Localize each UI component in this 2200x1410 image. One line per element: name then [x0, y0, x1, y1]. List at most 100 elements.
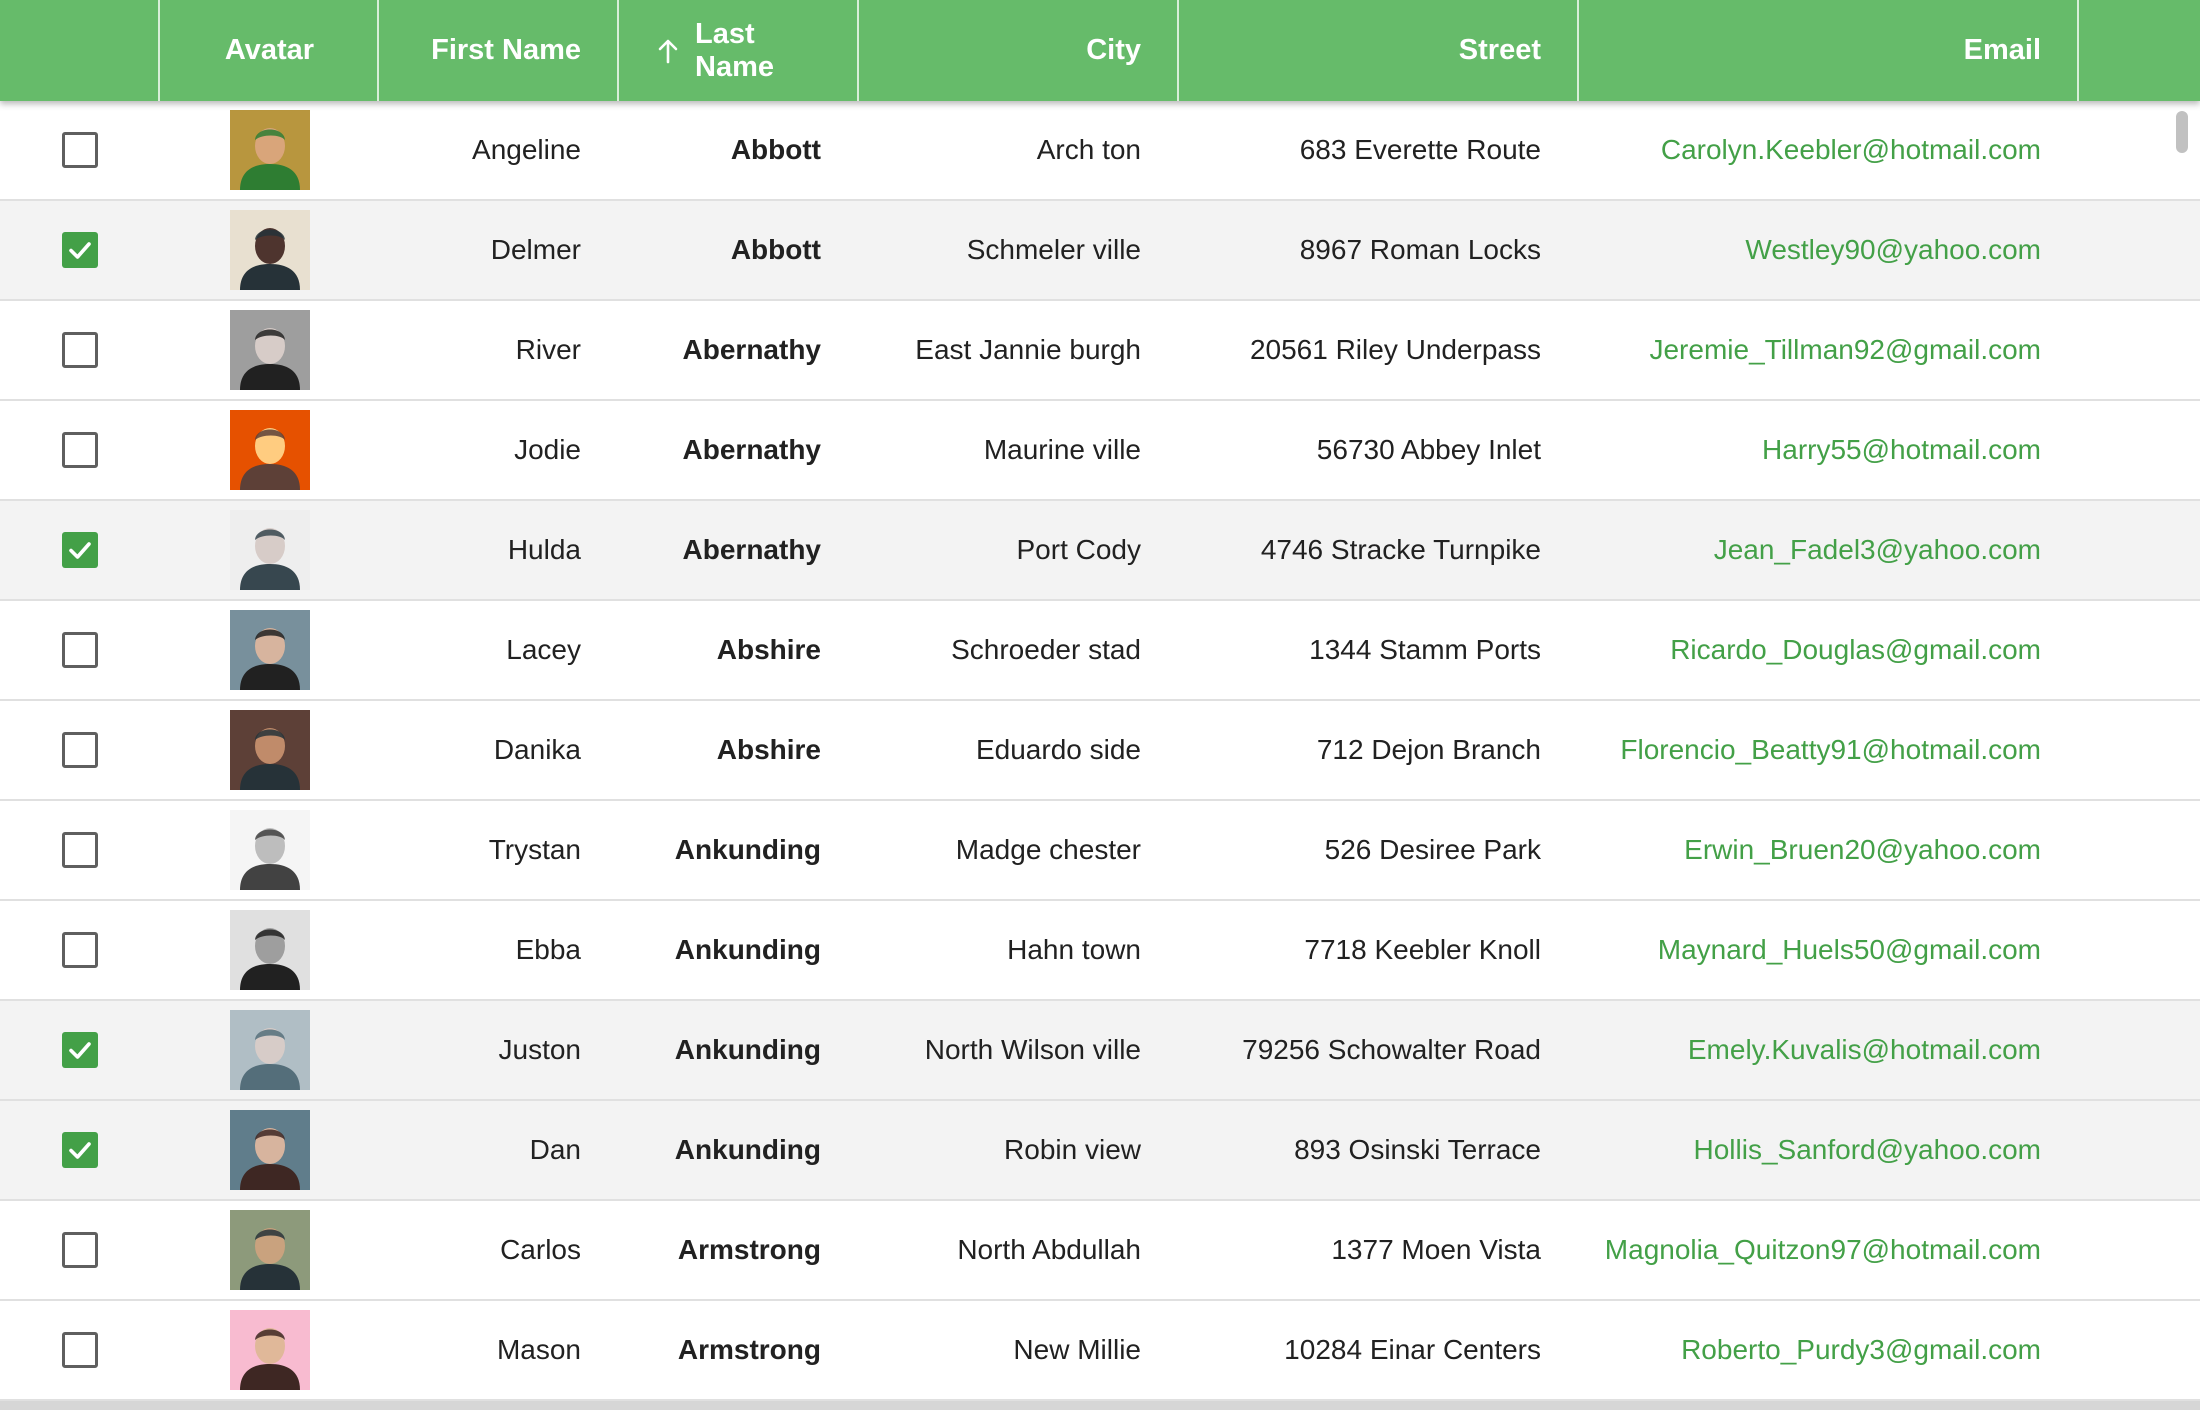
- email-link[interactable]: Jean_Fadel3@yahoo.com: [1579, 501, 2079, 599]
- street-cell: 8967 Roman Locks: [1299, 234, 1541, 265]
- street-cell: 683 Everette Route: [1299, 134, 1541, 165]
- email-link[interactable]: Hollis_Sanford@yahoo.com: [1579, 1101, 2079, 1199]
- table-row[interactable]: Dan Ankunding Robin view 893 Osinski Ter…: [0, 1101, 2200, 1201]
- street-cell: 4746 Stracke Turnpike: [1260, 534, 1541, 565]
- avatar: [229, 710, 310, 790]
- avatar: [229, 1110, 310, 1190]
- avatar: [229, 610, 310, 690]
- last-name-cell: Abshire: [716, 734, 821, 765]
- column-header-label: Last Name: [695, 17, 774, 83]
- city-cell: Schmeler ville: [966, 234, 1141, 265]
- email-link[interactable]: Florencio_Beatty91@hotmail.com: [1579, 701, 2079, 799]
- column-header-first-name[interactable]: First Name: [379, 0, 619, 101]
- column-header-label: Street: [1458, 34, 1541, 66]
- row-checkbox[interactable]: [62, 832, 98, 868]
- select-cell: [0, 301, 160, 399]
- first-name-cell: Carlos: [500, 1234, 581, 1265]
- street-cell: 10284 Einar Centers: [1284, 1334, 1541, 1365]
- avatar: [229, 410, 310, 490]
- first-name-cell: Angeline: [472, 134, 581, 165]
- email-link[interactable]: Magnolia_Quitzon97@hotmail.com: [1579, 1201, 2079, 1299]
- row-checkbox[interactable]: [62, 232, 98, 268]
- horizontal-scrollbar-track: [0, 1401, 2200, 1410]
- row-checkbox[interactable]: [62, 1232, 98, 1268]
- first-name-cell: Juston: [498, 1034, 582, 1065]
- row-checkbox[interactable]: [62, 632, 98, 668]
- street-cell: 56730 Abbey Inlet: [1316, 434, 1541, 465]
- row-checkbox[interactable]: [62, 532, 98, 568]
- table-row[interactable]: Trystan Ankunding Madge chester 526 Desi…: [0, 801, 2200, 901]
- email-link[interactable]: Emely.Kuvalis@hotmail.com: [1579, 1001, 2079, 1099]
- select-cell: [0, 801, 160, 899]
- city-cell: Arch ton: [1036, 134, 1141, 165]
- avatar: [229, 1210, 310, 1290]
- first-name-cell: Jodie: [514, 434, 581, 465]
- street-cell: 7718 Keebler Knoll: [1304, 934, 1541, 965]
- row-checkbox[interactable]: [62, 1032, 98, 1068]
- city-cell: Hahn town: [1007, 934, 1141, 965]
- table-header: Avatar First Name Last Name City Street …: [0, 0, 2200, 101]
- table-row[interactable]: River Abernathy East Jannie burgh 20561 …: [0, 301, 2200, 401]
- first-name-cell: Ebba: [515, 934, 581, 965]
- email-link[interactable]: Ricardo_Douglas@gmail.com: [1579, 601, 2079, 699]
- avatar-cell: [160, 801, 379, 899]
- select-cell: [0, 1301, 160, 1399]
- data-grid: Avatar First Name Last Name City Street …: [0, 0, 2200, 1410]
- table-row[interactable]: Jodie Abernathy Maurine ville 56730 Abbe…: [0, 401, 2200, 501]
- table-row[interactable]: Hulda Abernathy Port Cody 4746 Stracke T…: [0, 501, 2200, 601]
- row-checkbox[interactable]: [62, 132, 98, 168]
- table-row[interactable]: Ebba Ankunding Hahn town 7718 Keebler Kn…: [0, 901, 2200, 1001]
- email-link[interactable]: Westley90@yahoo.com: [1579, 201, 2079, 299]
- avatar: [229, 810, 310, 890]
- avatar: [229, 310, 310, 390]
- first-name-cell: Danika: [493, 734, 581, 765]
- avatar-cell: [160, 1101, 379, 1199]
- avatar: [229, 1010, 310, 1090]
- column-header-filler: [2079, 0, 2200, 101]
- column-header-avatar[interactable]: Avatar: [160, 0, 379, 101]
- row-checkbox[interactable]: [62, 332, 98, 368]
- table-row[interactable]: Lacey Abshire Schroeder stad 1344 Stamm …: [0, 601, 2200, 701]
- last-name-cell: Ankunding: [674, 1134, 821, 1165]
- email-link[interactable]: Harry55@hotmail.com: [1579, 401, 2079, 499]
- table-row[interactable]: Angeline Abbott Arch ton 683 Everette Ro…: [0, 101, 2200, 201]
- table-row[interactable]: Delmer Abbott Schmeler ville 8967 Roman …: [0, 201, 2200, 301]
- table-row[interactable]: Mason Armstrong New Millie 10284 Einar C…: [0, 1301, 2200, 1401]
- city-cell: Schroeder stad: [951, 634, 1141, 665]
- last-name-cell: Armstrong: [677, 1234, 821, 1265]
- first-name-cell: Trystan: [488, 834, 581, 865]
- table-row[interactable]: Juston Ankunding North Wilson ville 7925…: [0, 1001, 2200, 1101]
- email-link[interactable]: Maynard_Huels50@gmail.com: [1579, 901, 2079, 999]
- table-row[interactable]: Danika Abshire Eduardo side 712 Dejon Br…: [0, 701, 2200, 801]
- last-name-cell: Abbott: [730, 134, 821, 165]
- vertical-scrollbar[interactable]: [2176, 111, 2188, 153]
- row-checkbox[interactable]: [62, 1332, 98, 1368]
- row-checkbox[interactable]: [62, 1132, 98, 1168]
- column-header-city[interactable]: City: [859, 0, 1179, 101]
- email-link[interactable]: Jeremie_Tillman92@gmail.com: [1579, 301, 2079, 399]
- first-name-cell: Dan: [529, 1134, 581, 1165]
- first-name-cell: Lacey: [506, 634, 581, 665]
- city-cell: Eduardo side: [975, 734, 1141, 765]
- avatar-cell: [160, 1001, 379, 1099]
- row-checkbox[interactable]: [62, 932, 98, 968]
- column-header-label: First Name: [431, 34, 581, 66]
- avatar-cell: [160, 101, 379, 199]
- column-header-last-name[interactable]: Last Name: [619, 0, 859, 101]
- arrow-up-icon: [657, 38, 679, 64]
- avatar-cell: [160, 701, 379, 799]
- email-link[interactable]: Carolyn.Keebler@hotmail.com: [1579, 101, 2079, 199]
- row-checkbox[interactable]: [62, 432, 98, 468]
- select-cell: [0, 101, 160, 199]
- row-checkbox[interactable]: [62, 732, 98, 768]
- last-name-cell: Abernathy: [682, 334, 821, 365]
- city-cell: Port Cody: [1016, 534, 1142, 565]
- column-header-street[interactable]: Street: [1179, 0, 1579, 101]
- city-cell: North Abdullah: [957, 1234, 1141, 1265]
- table-body: Angeline Abbott Arch ton 683 Everette Ro…: [0, 101, 2200, 1401]
- email-link[interactable]: Erwin_Bruen20@yahoo.com: [1579, 801, 2079, 899]
- column-header-email[interactable]: Email: [1579, 0, 2079, 101]
- email-link[interactable]: Roberto_Purdy3@gmail.com: [1579, 1301, 2079, 1399]
- table-row[interactable]: Carlos Armstrong North Abdullah 1377 Moe…: [0, 1201, 2200, 1301]
- select-cell: [0, 401, 160, 499]
